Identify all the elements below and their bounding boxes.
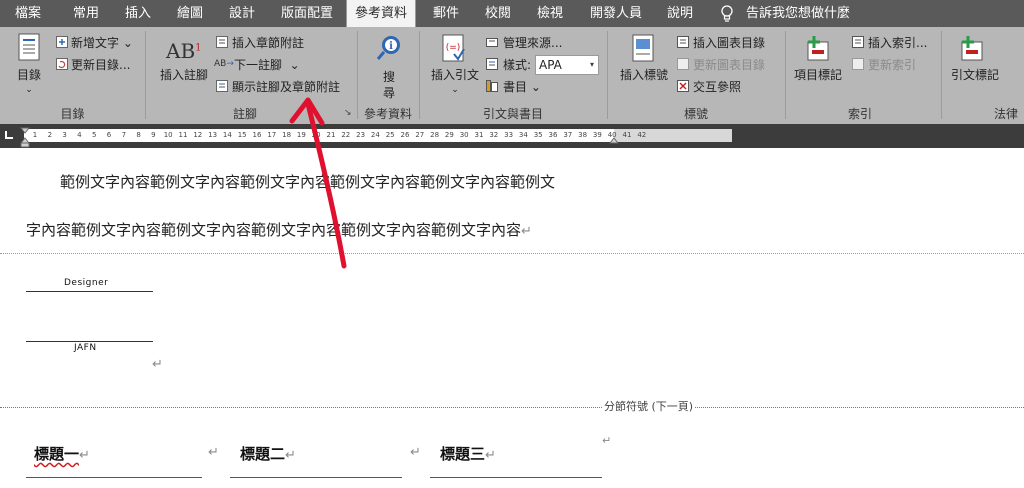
annotation-arrow bbox=[289, 97, 347, 269]
